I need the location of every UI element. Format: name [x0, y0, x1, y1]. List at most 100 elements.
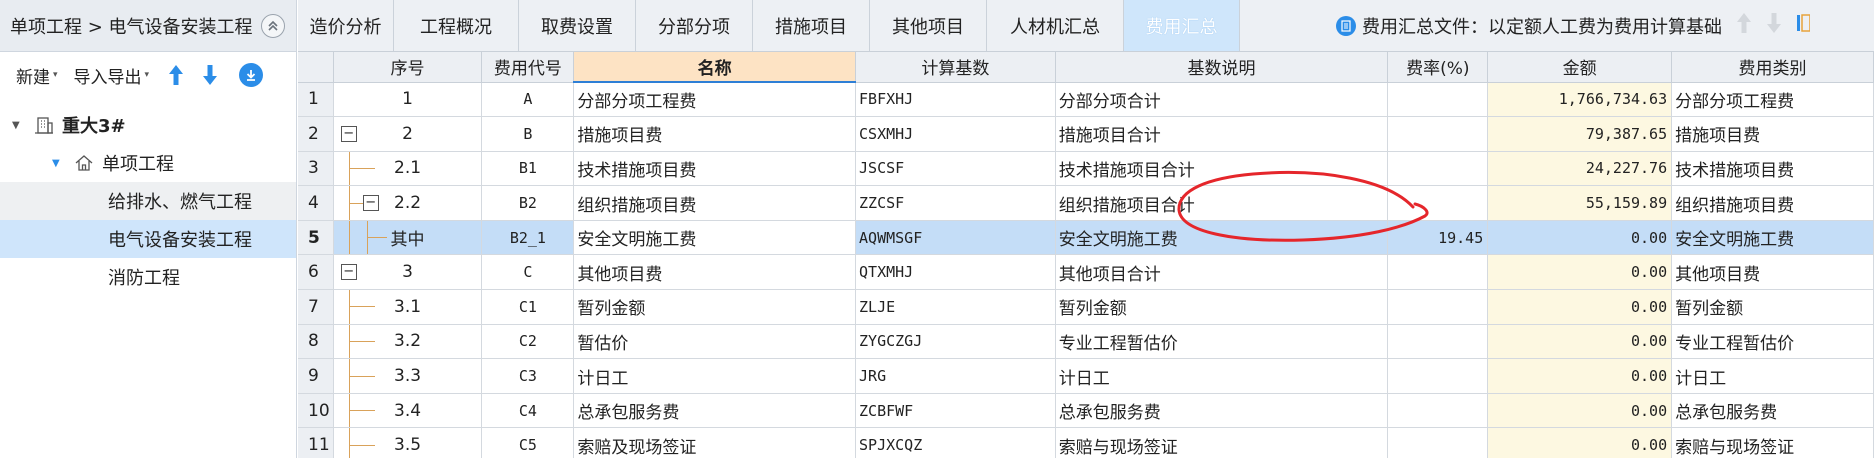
- cell-base[interactable]: SPJXCQZ: [855, 427, 1056, 458]
- cell-code[interactable]: C5: [481, 427, 575, 458]
- column-header-base-desc[interactable]: 基数说明: [1055, 52, 1389, 83]
- row-number[interactable]: 2: [298, 116, 334, 152]
- cell-name[interactable]: 暂列金额: [573, 289, 857, 325]
- cell-base-desc[interactable]: 计日工: [1055, 358, 1389, 394]
- tab-fee-settings[interactable]: 取费设置: [519, 0, 636, 51]
- tree-node-electrical[interactable]: 电气设备安装工程: [0, 220, 296, 258]
- row-number[interactable]: 6: [298, 254, 334, 291]
- row-number[interactable]: 1: [298, 82, 334, 118]
- document-settings-icon[interactable]: [1796, 12, 1811, 39]
- caret-down-icon[interactable]: ▼: [52, 158, 66, 169]
- cell-seq-wrap[interactable]: −2.2: [333, 185, 483, 221]
- move-up-icon[interactable]: [1736, 12, 1752, 39]
- cell-code[interactable]: C3: [481, 358, 575, 394]
- caret-down-icon[interactable]: ▼: [12, 120, 26, 131]
- cell-code[interactable]: B: [481, 116, 575, 152]
- table-row[interactable]: 8 3.2 C2 暂估价 ZYGCZGJ 专业工程暂估价 0.00 专业工程暂估价: [298, 324, 1874, 360]
- cell-name[interactable]: 技术措施项目费: [573, 151, 857, 187]
- cell-base[interactable]: ZLJE: [855, 289, 1056, 325]
- column-header-category[interactable]: 费用类别: [1671, 52, 1874, 83]
- cell-category[interactable]: 安全文明施工费: [1671, 220, 1874, 256]
- tab-other-items[interactable]: 其他项目: [870, 0, 987, 51]
- cell-code[interactable]: B2_1: [481, 220, 575, 256]
- cell-base-desc[interactable]: 其他项目合计: [1055, 254, 1389, 291]
- cell-seq-wrap[interactable]: 3.2: [333, 324, 483, 360]
- cell-base-desc[interactable]: 分部分项合计: [1055, 82, 1389, 118]
- cell-category[interactable]: 组织措施项目费: [1671, 185, 1874, 221]
- cell-code[interactable]: A: [481, 82, 575, 118]
- row-number[interactable]: 9: [298, 358, 334, 394]
- move-down-icon[interactable]: [1766, 12, 1782, 39]
- cell-name[interactable]: 组织措施项目费: [573, 185, 857, 221]
- cell-category[interactable]: 计日工: [1671, 358, 1874, 394]
- cell-seq-wrap[interactable]: −3: [333, 254, 483, 291]
- cell-name[interactable]: 其他项目费: [573, 254, 857, 291]
- cell-category[interactable]: 分部分项工程费: [1671, 82, 1874, 118]
- cell-base[interactable]: FBFXHJ: [855, 82, 1056, 118]
- cell-name[interactable]: 计日工: [573, 358, 857, 394]
- table-row[interactable]: 6−3 C 其他项目费 QTXMHJ 其他项目合计 0.00 其他项目费: [298, 254, 1874, 291]
- table-row[interactable]: 1 1 A 分部分项工程费 FBFXHJ 分部分项合计 1,766,734.63 分部分项工程…: [298, 82, 1874, 118]
- cell-code[interactable]: C: [481, 254, 575, 291]
- cell-category[interactable]: 总承包服务费: [1671, 393, 1874, 429]
- cell-rate[interactable]: [1387, 358, 1489, 394]
- cell-rate[interactable]: [1387, 151, 1489, 187]
- row-number[interactable]: 5: [298, 220, 334, 256]
- tree-node-water-gas[interactable]: 给排水、燃气工程: [0, 182, 296, 220]
- cell-base-desc[interactable]: 组织措施项目合计: [1055, 185, 1389, 221]
- cell-base[interactable]: AQWMSGF: [855, 220, 1056, 256]
- cell-rate[interactable]: [1387, 116, 1489, 152]
- tab-sub-items[interactable]: 分部分项: [636, 0, 753, 51]
- tree-node-fire[interactable]: 消防工程: [0, 258, 296, 296]
- new-button[interactable]: 新建 ▾: [16, 63, 58, 88]
- cell-name[interactable]: 暂估价: [573, 324, 857, 360]
- cell-rate[interactable]: [1387, 393, 1489, 429]
- cell-base[interactable]: JSCSF: [855, 151, 1056, 187]
- cell-rate[interactable]: [1387, 185, 1489, 221]
- cell-code[interactable]: B1: [481, 151, 575, 187]
- cell-rate[interactable]: [1387, 82, 1489, 118]
- cell-base-desc[interactable]: 总承包服务费: [1055, 393, 1389, 429]
- cell-base[interactable]: ZZCSF: [855, 185, 1056, 221]
- cell-seq-wrap[interactable]: 3.5: [333, 427, 483, 458]
- collapse-icon[interactable]: [260, 13, 285, 38]
- cell-base-desc[interactable]: 技术措施项目合计: [1055, 151, 1389, 187]
- cell-base-desc[interactable]: 措施项目合计: [1055, 116, 1389, 152]
- cell-base-desc[interactable]: 专业工程暂估价: [1055, 324, 1389, 360]
- cell-category[interactable]: 技术措施项目费: [1671, 151, 1874, 187]
- cell-category[interactable]: 其他项目费: [1671, 254, 1874, 291]
- row-number[interactable]: 8: [298, 324, 334, 360]
- cell-code[interactable]: C2: [481, 324, 575, 360]
- cell-category[interactable]: 索赔与现场签证: [1671, 427, 1874, 458]
- tree-node-single-project[interactable]: ▼ 单项工程: [0, 144, 296, 182]
- tree-node-project[interactable]: ▼ 重大3#: [0, 106, 296, 144]
- cell-base[interactable]: ZCBFWF: [855, 393, 1056, 429]
- column-header-name[interactable]: 名称: [573, 52, 857, 83]
- tab-cost-analysis[interactable]: 造价分析: [298, 0, 394, 51]
- cell-base-desc[interactable]: 索赔与现场签证: [1055, 427, 1389, 458]
- cell-rate[interactable]: [1387, 289, 1489, 325]
- tab-labor-material-summary[interactable]: 人材机汇总: [987, 0, 1124, 51]
- cell-base[interactable]: QTXMHJ: [855, 254, 1056, 291]
- cell-seq-wrap[interactable]: −2: [333, 116, 483, 152]
- column-header-seq[interactable]: 序号: [333, 52, 483, 83]
- cell-seq-wrap[interactable]: 3.1: [333, 289, 483, 325]
- table-row[interactable]: 7 3.1 C1 暂列金额 ZLJE 暂列金额 0.00 暂列金额: [298, 289, 1874, 325]
- download-icon[interactable]: [239, 63, 264, 87]
- tab-cost-summary[interactable]: 费用汇总: [1124, 0, 1240, 51]
- row-number[interactable]: 11: [298, 427, 334, 458]
- table-row[interactable]: 9 3.3 C3 计日工 JRG 计日工 0.00 计日工: [298, 358, 1874, 394]
- row-number[interactable]: 10: [298, 393, 334, 429]
- cell-rate[interactable]: [1387, 254, 1489, 291]
- cell-rate[interactable]: 19.45: [1387, 220, 1489, 256]
- cell-base-desc[interactable]: 安全文明施工费: [1055, 220, 1389, 256]
- cell-name[interactable]: 安全文明施工费: [573, 220, 857, 256]
- cell-code[interactable]: B2: [481, 185, 575, 221]
- table-row[interactable]: 10 3.4 C4 总承包服务费 ZCBFWF 总承包服务费 0.00 总承包服务费: [298, 393, 1874, 429]
- cell-category[interactable]: 措施项目费: [1671, 116, 1874, 152]
- table-row[interactable]: 4−2.2 B2 组织措施项目费 ZZCSF 组织措施项目合计 55,159.89 组织措施…: [298, 185, 1874, 221]
- cell-seq-wrap[interactable]: 3.3: [333, 358, 483, 394]
- cell-name[interactable]: 总承包服务费: [573, 393, 857, 429]
- cell-code[interactable]: C1: [481, 289, 575, 325]
- cell-category[interactable]: 暂列金额: [1671, 289, 1874, 325]
